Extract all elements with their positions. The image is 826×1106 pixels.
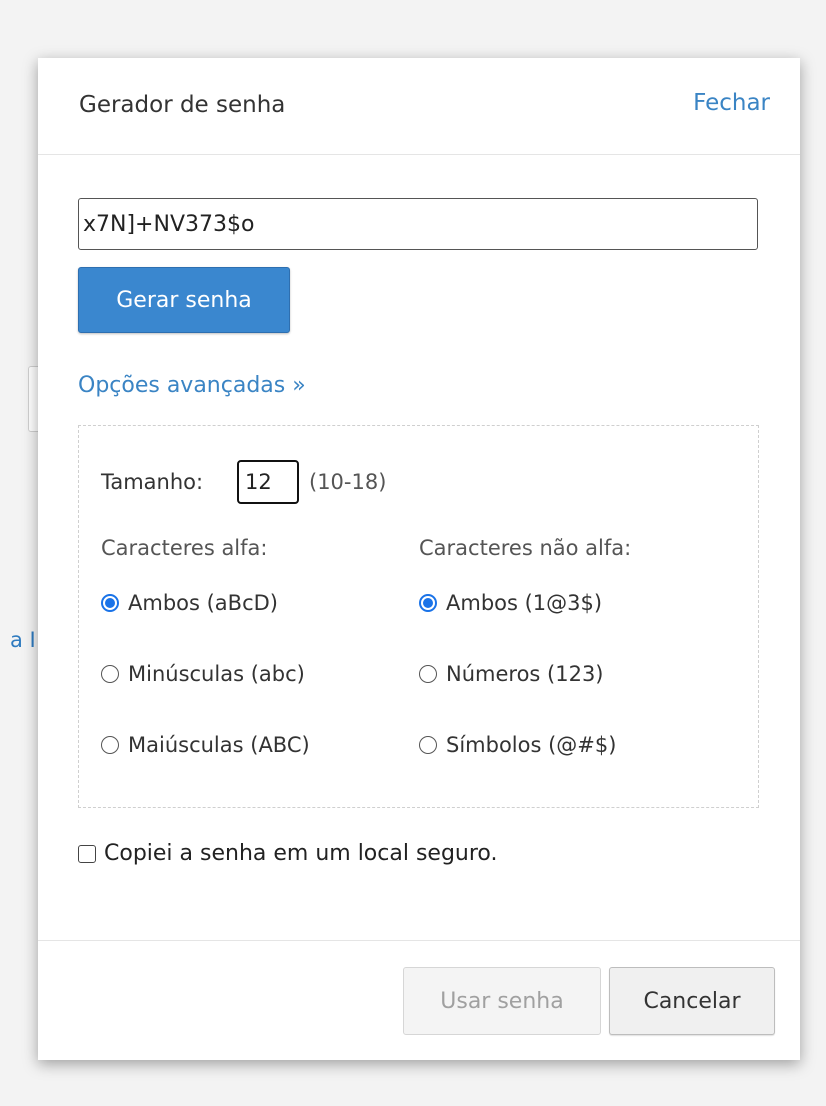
alpha-heading: Caracteres alfa: bbox=[101, 536, 268, 560]
nonalpha-option-both[interactable]: Ambos (1@3$) bbox=[419, 591, 602, 615]
alpha-option-label: Minúsculas (abc) bbox=[128, 662, 305, 686]
radio-icon bbox=[419, 665, 437, 683]
radio-icon bbox=[101, 736, 119, 754]
nonalpha-option-label: Ambos (1@3$) bbox=[446, 591, 603, 615]
alpha-option-both[interactable]: Ambos (aBcD) bbox=[101, 591, 278, 615]
size-range-hint: (10-18) bbox=[309, 470, 387, 494]
alpha-option-uppercase[interactable]: Maiúsculas (ABC) bbox=[101, 733, 310, 757]
nonalpha-option-label: Números (123) bbox=[446, 662, 604, 686]
advanced-options-link[interactable]: Opções avançadas » bbox=[78, 373, 306, 398]
alpha-option-lowercase[interactable]: Minúsculas (abc) bbox=[101, 662, 305, 686]
cancel-button[interactable]: Cancelar bbox=[609, 967, 775, 1035]
checkbox-icon bbox=[78, 844, 96, 863]
nonalpha-option-label: Símbolos (@#$) bbox=[446, 733, 617, 757]
size-label: Tamanho: bbox=[101, 470, 204, 494]
advanced-options-panel: Tamanho: (10-18) Caracteres alfa: Caract… bbox=[78, 425, 759, 808]
nonalpha-option-symbols[interactable]: Símbolos (@#$) bbox=[419, 733, 616, 757]
radio-icon bbox=[419, 594, 437, 612]
alpha-option-label: Maiúsculas (ABC) bbox=[128, 733, 310, 757]
nonalpha-option-numbers[interactable]: Números (123) bbox=[419, 662, 604, 686]
footer-divider bbox=[38, 940, 800, 941]
password-generator-dialog: Gerador de senha Fechar Gerar senha Opçõ… bbox=[38, 58, 800, 1060]
confirm-label: Copiei a senha em um local seguro. bbox=[104, 841, 498, 866]
radio-icon bbox=[101, 665, 119, 683]
dialog-header: Gerador de senha Fechar bbox=[38, 58, 800, 155]
nonalpha-heading: Caracteres não alfa: bbox=[419, 536, 632, 560]
generate-password-button[interactable]: Gerar senha bbox=[78, 267, 290, 333]
generated-password-input[interactable] bbox=[78, 198, 758, 250]
alpha-option-label: Ambos (aBcD) bbox=[128, 591, 278, 615]
close-link[interactable]: Fechar bbox=[693, 90, 770, 116]
dialog-title: Gerador de senha bbox=[79, 92, 286, 118]
background-link-fragment: a I bbox=[10, 628, 36, 652]
radio-icon bbox=[419, 736, 437, 754]
use-password-button[interactable]: Usar senha bbox=[403, 967, 601, 1035]
radio-icon bbox=[101, 594, 119, 612]
confirm-copied-checkbox[interactable]: Copiei a senha em um local seguro. bbox=[78, 841, 498, 866]
size-input[interactable] bbox=[237, 460, 299, 504]
